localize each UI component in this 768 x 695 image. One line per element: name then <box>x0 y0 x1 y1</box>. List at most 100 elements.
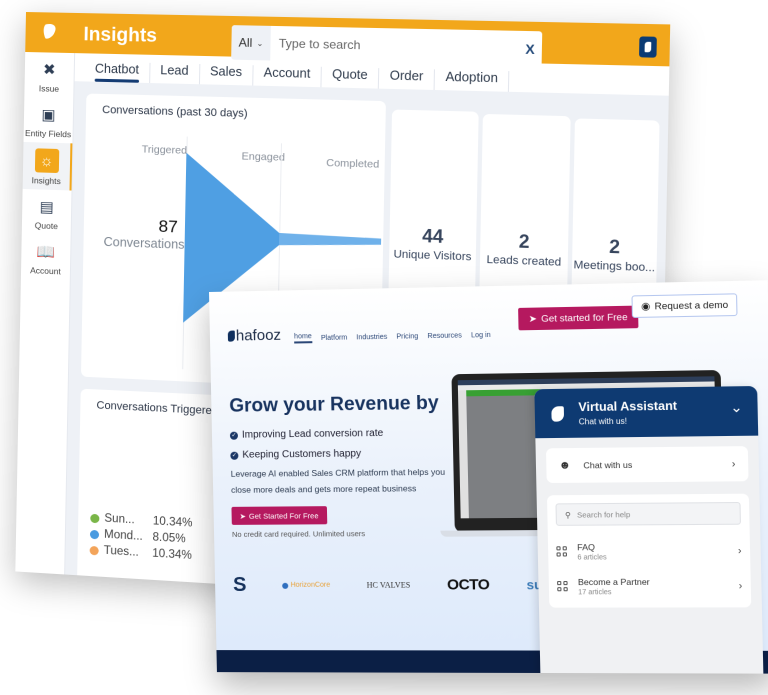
chevron-right-icon: › <box>731 458 736 470</box>
legend-swatch <box>89 529 100 539</box>
search-input[interactable] <box>270 36 519 56</box>
sidebar-item-entity-fields[interactable]: ▣ Entity Fields <box>24 97 74 143</box>
collapse-chevron-icon[interactable]: ⌄ <box>730 399 743 417</box>
legend-value: 8.05% <box>152 531 186 546</box>
sidebar-item-label: Entity Fields <box>24 127 72 140</box>
sidebar-item-label: Issue <box>38 83 60 94</box>
button-label: Request a demo <box>654 299 729 312</box>
get-started-free-button[interactable]: ➤ Get started for Free <box>518 305 639 331</box>
nav-resources[interactable]: Resources <box>427 332 461 341</box>
help-search-input[interactable]: ⚲ Search for help <box>555 501 741 526</box>
tools-icon: ✖ <box>42 61 56 79</box>
chevron-right-icon: › <box>737 544 742 557</box>
chat-with-us-option[interactable]: ☻ Chat with us › <box>545 446 749 484</box>
legend-label: Tues... <box>103 544 139 559</box>
legend-value: 10.34% <box>152 547 192 563</box>
tab-lead[interactable]: Lead <box>149 62 200 85</box>
hero-note: No credit card required. Unlimited users <box>231 529 366 539</box>
article-count: 17 articles <box>578 588 612 596</box>
search-icon: ⚲ <box>564 509 571 520</box>
category-grid-icon <box>557 581 568 592</box>
assistant-logo-icon <box>551 406 565 422</box>
article-title: Become a Partner <box>577 576 650 587</box>
assistant-header: Virtual Assistant Chat with us! ⌄ <box>534 385 759 439</box>
brand-mark-icon <box>227 330 235 342</box>
sidebar-item-label: Account <box>30 265 61 277</box>
nav-industries[interactable]: Industries <box>356 334 387 343</box>
help-article-partner[interactable]: Become a Partner 17 articles › <box>557 570 743 601</box>
entity-fields-icon: ▣ <box>41 106 56 124</box>
total-conversations-label: Conversations <box>103 234 185 252</box>
assistant-launcher-icon[interactable] <box>639 36 657 58</box>
nav-pricing[interactable]: Pricing <box>396 333 418 341</box>
total-conversations-value: 87 <box>158 216 178 237</box>
stat-label: Meetings boo... <box>573 258 656 275</box>
nav-platform[interactable]: Platform <box>321 334 348 343</box>
lightbulb-icon: ☼ <box>34 148 59 174</box>
check-circle-icon: ✓ <box>229 431 239 440</box>
stat: 2 Leads created <box>480 230 568 269</box>
stage-label-triggered: Triggered <box>141 143 188 157</box>
chevron-right-icon: › <box>738 580 743 592</box>
tab-order[interactable]: Order <box>378 68 436 90</box>
left-sidebar: ✖ Issue ▣ Entity Fields ☼ Insights ▤ Quo… <box>15 51 76 575</box>
sidebar-item-label: Quote <box>34 220 58 232</box>
tab-adoption[interactable]: Adoption <box>434 69 510 92</box>
client-logo: OCTO <box>446 576 490 594</box>
sidebar-item-quote[interactable]: ▤ Quote <box>22 189 72 236</box>
stat: 44 Unique Visitors <box>389 225 476 264</box>
nav-home[interactable]: home <box>294 333 312 344</box>
card-title: Conversations Triggered ( <box>96 399 226 418</box>
legend-swatch <box>90 513 100 523</box>
search-scope-value: All <box>238 35 253 50</box>
robot-icon: ☻ <box>558 459 571 472</box>
hero-description: Leverage AI enabled Sales CRM platform t… <box>230 466 446 495</box>
sidebar-item-issue[interactable]: ✖ Issue <box>24 52 74 98</box>
client-logo: HC VALVES <box>366 580 411 590</box>
clear-search-icon[interactable]: X <box>518 41 542 57</box>
hero-bullet: ✓ Improving Lead conversion rate <box>229 427 384 441</box>
sidebar-item-insights[interactable]: ☼ Insights <box>22 141 73 191</box>
card-title: Conversations (past 30 days) <box>102 104 248 120</box>
legend-label: Mond... <box>103 528 143 543</box>
brand-logo[interactable]: hafooz <box>227 326 282 345</box>
legend-item: Tues... 10.34% <box>89 544 192 562</box>
button-label: Get started for Free <box>540 311 628 325</box>
app-logo-icon[interactable] <box>39 20 61 42</box>
tab-account[interactable]: Account <box>253 65 322 88</box>
global-search: All ⌄ X <box>231 25 543 67</box>
search-scope-dropdown[interactable]: All ⌄ <box>231 25 271 61</box>
help-article-faq[interactable]: FAQ 6 articles › <box>556 535 742 567</box>
search-placeholder: Search for help <box>576 509 631 520</box>
sidebar-item-label: Insights <box>31 175 61 187</box>
bullet-text: Keeping Customers happy <box>242 448 362 461</box>
funnel-engaged-to-completed <box>279 232 382 249</box>
request-demo-button[interactable]: ◉ Request a demo <box>631 293 739 319</box>
stat-value: 2 <box>518 231 530 253</box>
legend-swatch <box>89 545 99 555</box>
tab-sales[interactable]: Sales <box>199 63 254 86</box>
sidebar-item-account[interactable]: 📖 Account <box>21 234 71 281</box>
stat-label: Leads created <box>486 253 562 269</box>
account-book-icon: 📖 <box>36 243 56 262</box>
article-title: FAQ <box>577 541 596 552</box>
rocket-icon: ➤ <box>528 313 538 325</box>
assistant-subtitle: Chat with us! <box>578 416 628 427</box>
legend-item: Sun... 10.34% <box>90 512 193 530</box>
stat-value: 44 <box>422 225 444 247</box>
chevron-down-icon: ⌄ <box>256 38 264 48</box>
legend-value: 10.34% <box>152 515 193 530</box>
assistant-title: Virtual Assistant <box>578 398 678 415</box>
bullet-text: Improving Lead conversion rate <box>241 427 384 441</box>
brand-name: hafooz <box>235 326 282 345</box>
nav-login[interactable]: Log in <box>471 332 491 340</box>
check-circle-icon: ✓ <box>230 451 239 460</box>
page-title: Insights <box>83 24 158 47</box>
help-center-panel: ⚲ Search for help FAQ 6 articles › Becom… <box>546 493 752 608</box>
tab-chatbot[interactable]: Chatbot <box>84 61 151 84</box>
legend-label: Sun... <box>104 512 135 527</box>
button-label: Get Started For Free <box>248 510 319 521</box>
client-logos: S HorizonCore HC VALVES OCTO sun <box>233 573 551 597</box>
tab-quote[interactable]: Quote <box>321 66 380 89</box>
hero-get-started-button[interactable]: ➤ Get Started For Free <box>231 506 327 525</box>
